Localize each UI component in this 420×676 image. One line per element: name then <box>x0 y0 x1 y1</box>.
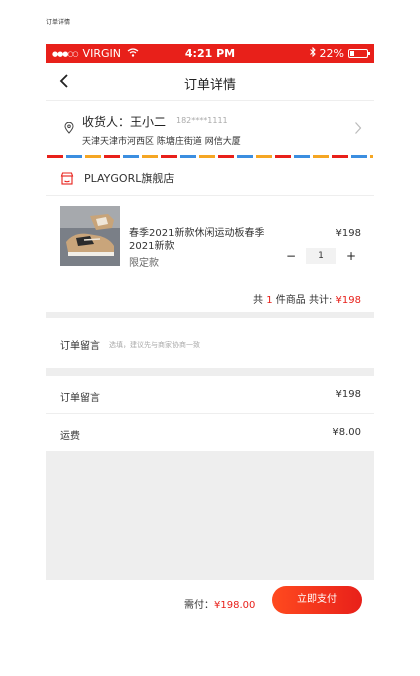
product-spec: 限定款 <box>129 258 159 269</box>
pay-now-button[interactable]: 立即支付 <box>272 586 362 614</box>
order-summary: 共 1 件商品 共计: ¥198 <box>253 291 361 306</box>
address-card[interactable]: 收货人：王小二 182****1111 天津天津市河西区 陈塘庄街道 网信大厦 <box>46 101 374 155</box>
amount-due: 需付：¥198.00 <box>184 596 255 611</box>
amount-due-value: ¥198.00 <box>214 600 256 611</box>
recipient-name: 收货人：王小二 <box>82 115 167 129</box>
decrement-button[interactable]: − <box>282 249 300 263</box>
line-value: ¥198 <box>335 389 361 400</box>
section-gap <box>46 368 374 376</box>
line-label: 订单留言 <box>60 393 100 404</box>
checkout-bar: 需付：¥198.00 立即支付 <box>46 580 374 628</box>
order-note-row[interactable]: 订单留言 选填，建议先与商家协商一致 <box>46 318 374 368</box>
summary-prefix: 共 <box>253 295 264 306</box>
bluetooth-icon <box>309 46 316 60</box>
chevron-right-icon <box>354 120 362 139</box>
line-value: ¥8.00 <box>332 427 361 438</box>
line-row-subtotal: 订单留言 ¥198 <box>46 376 374 414</box>
battery-icon <box>348 49 370 58</box>
increment-button[interactable]: + <box>342 249 360 263</box>
quantity-value[interactable]: 1 <box>306 248 336 264</box>
order-note-label: 订单留言 <box>60 341 100 352</box>
item-count: 1 <box>266 295 273 306</box>
address-line: 天津天津市河西区 陈塘庄街道 网信大厦 <box>82 137 241 147</box>
order-note-input[interactable]: 选填，建议先与商家协商一致 <box>109 340 200 350</box>
status-right: 22% <box>309 46 370 60</box>
line-label: 运费 <box>60 431 80 442</box>
quantity-stepper: − 1 + <box>282 248 360 264</box>
status-bar: ●●●○○ VIRGIN 4:21 PM 22% <box>46 44 374 63</box>
product-item[interactable]: 春季2021新款休闲运动板春季2021新款 限定款 ¥198 − 1 + <box>46 196 374 282</box>
recipient-phone: 182****1111 <box>176 116 228 125</box>
shop-icon <box>60 170 74 189</box>
nav-bar: 订单详情 <box>46 63 374 101</box>
page-title: 订单详情 <box>183 78 236 93</box>
phone-screen: ●●●○○ VIRGIN 4:21 PM 22% 订单详情 收货人：王小二 18… <box>46 44 374 644</box>
page-label: 订单详情 <box>46 19 71 26</box>
product-title: 春季2021新款休闲运动板春季2021新款 <box>129 228 265 252</box>
location-pin-icon <box>64 119 74 138</box>
summary-middle: 件商品 共计: <box>275 295 333 306</box>
product-price: ¥198 <box>335 228 361 239</box>
empty-area <box>46 452 374 580</box>
shop-name: PLAYGORL旗舰店 <box>84 172 175 185</box>
summary-total: ¥198 <box>335 295 361 306</box>
line-row-shipping: 运费 ¥8.00 <box>46 414 374 452</box>
product-thumbnail <box>60 206 120 266</box>
battery-percent: 22% <box>319 47 344 60</box>
shop-row[interactable]: PLAYGORL旗舰店 <box>46 158 374 196</box>
amount-due-label: 需付： <box>184 600 214 611</box>
battery-fill <box>350 51 354 56</box>
order-summary-row: 共 1 件商品 共计: ¥198 <box>46 282 374 312</box>
